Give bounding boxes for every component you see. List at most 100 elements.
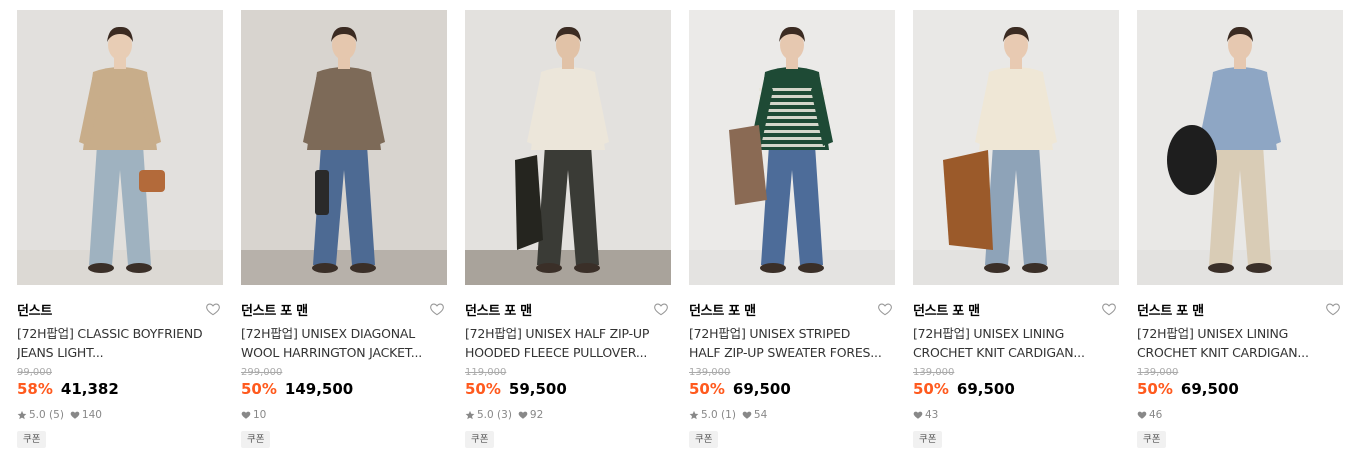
sale-price: 69,500 [732, 380, 791, 398]
rating: 5.0 (3) [465, 409, 512, 421]
product-title[interactable]: [72H팝업] CLASSIC BOYFRIEND JEANS LIGHT... [17, 324, 223, 362]
model-photo [1137, 10, 1343, 285]
product-title-line: [72H팝업] UNISEX DIAGONAL [241, 326, 416, 341]
product-title-line: JEANS LIGHT... [17, 345, 104, 360]
price-row: 58% 41,382 [17, 380, 223, 400]
model-photo [241, 10, 447, 285]
sale-price: 69,500 [956, 380, 1015, 398]
wishlist-heart-icon[interactable] [1101, 301, 1117, 317]
product-image[interactable] [465, 10, 671, 285]
product-title-line: [72H팝업] UNISEX STRIPED [689, 326, 851, 341]
heart-filled-icon [1137, 411, 1147, 419]
product-meta: 10 [241, 408, 447, 422]
likes: 54 [742, 409, 767, 421]
product-grid: 던스트 [72H팝업] CLASSIC BOYFRIEND JEANS LIGH… [17, 10, 1343, 448]
discount-rate: 50% [241, 380, 277, 398]
product-title-line: [72H팝업] CLASSIC BOYFRIEND [17, 326, 203, 341]
product-meta: 46 [1137, 408, 1343, 422]
price-row: 50% 59,500 [465, 380, 671, 400]
price-row: 50% 69,500 [1137, 380, 1343, 400]
rating: 5.0 (5) [17, 409, 64, 421]
likes: 92 [518, 409, 543, 421]
product-title[interactable]: [72H팝업] UNISEX HALF ZIP-UP HOODED FLEECE… [465, 324, 671, 362]
wishlist-heart-icon[interactable] [1325, 301, 1341, 317]
wishlist-heart-icon[interactable] [429, 301, 445, 317]
brand-row: 던스트 포 맨 [1137, 300, 1343, 319]
wishlist-heart-icon[interactable] [205, 301, 221, 317]
star-icon [17, 410, 27, 420]
product-title-line: HALF ZIP-UP SWEATER FORES... [689, 345, 882, 360]
original-price: 299,000 [241, 367, 283, 378]
likes: 46 [1137, 409, 1162, 421]
original-price: 119,000 [465, 367, 507, 378]
brand-row: 던스트 포 맨 [465, 300, 671, 319]
product-title-line: CROCHET KNIT CARDIGAN... [913, 345, 1085, 360]
product-title[interactable]: [72H팝업] UNISEX STRIPED HALF ZIP-UP SWEAT… [689, 324, 895, 362]
product-image[interactable] [241, 10, 447, 285]
rating-text: 5.0 (3) [477, 409, 512, 421]
product-title-line: WOOL HARRINGTON JACKET... [241, 345, 423, 360]
star-icon [689, 410, 699, 420]
product-image[interactable] [913, 10, 1119, 285]
product-card[interactable]: 던스트 포 맨 [72H팝업] UNISEX LINING CROCHET KN… [913, 10, 1119, 448]
product-card[interactable]: 던스트 [72H팝업] CLASSIC BOYFRIEND JEANS LIGH… [17, 10, 223, 448]
wishlist-heart-icon[interactable] [877, 301, 893, 317]
brand-name[interactable]: 던스트 포 맨 [689, 300, 756, 319]
coupon-badge: 쿠폰 [689, 431, 719, 448]
heart-filled-icon [913, 411, 923, 419]
product-title-line: [72H팝업] UNISEX LINING [1137, 326, 1289, 341]
rating-text: 5.0 (1) [701, 409, 736, 421]
product-meta: 5.0 (3) 92 [465, 408, 671, 422]
brand-row: 던스트 [17, 300, 223, 319]
product-image[interactable] [1137, 10, 1343, 285]
sale-price: 41,382 [60, 380, 119, 398]
discount-rate: 50% [465, 380, 501, 398]
brand-name[interactable]: 던스트 포 맨 [1137, 300, 1204, 319]
heart-filled-icon [518, 411, 528, 419]
likes-count: 54 [753, 409, 768, 421]
product-title[interactable]: [72H팝업] UNISEX LINING CROCHET KNIT CARDI… [1137, 324, 1343, 362]
brand-name[interactable]: 던스트 포 맨 [465, 300, 532, 319]
product-title-line: CROCHET KNIT CARDIGAN... [1137, 345, 1309, 360]
price-row: 50% 69,500 [913, 380, 1119, 400]
sale-price: 59,500 [508, 380, 567, 398]
original-price: 99,000 [17, 367, 52, 378]
likes-count: 92 [529, 409, 544, 421]
product-title-line: [72H팝업] UNISEX LINING [913, 326, 1065, 341]
model-photo [17, 10, 223, 285]
product-title[interactable]: [72H팝업] UNISEX DIAGONAL WOOL HARRINGTON … [241, 324, 447, 362]
brand-row: 던스트 포 맨 [241, 300, 447, 319]
price-row: 50% 69,500 [689, 380, 895, 400]
model-photo [465, 10, 671, 285]
product-image[interactable] [689, 10, 895, 285]
original-price: 139,000 [689, 367, 731, 378]
heart-filled-icon [70, 411, 80, 419]
brand-name[interactable]: 던스트 포 맨 [913, 300, 980, 319]
coupon-badge: 쿠폰 [241, 431, 271, 448]
heart-filled-icon [241, 411, 251, 419]
product-card[interactable]: 던스트 포 맨 [72H팝업] UNISEX DIAGONAL WOOL HAR… [241, 10, 447, 448]
product-meta: 43 [913, 408, 1119, 422]
product-card[interactable]: 던스트 포 맨 [72H팝업] UNISEX STRIPED HALF ZIP-… [689, 10, 895, 448]
original-price: 139,000 [913, 367, 955, 378]
discount-rate: 50% [1137, 380, 1173, 398]
product-title-line: [72H팝업] UNISEX HALF ZIP-UP [465, 326, 650, 341]
product-card[interactable]: 던스트 포 맨 [72H팝업] UNISEX LINING CROCHET KN… [1137, 10, 1343, 448]
likes: 43 [913, 409, 938, 421]
heart-filled-icon [742, 411, 752, 419]
model-photo [913, 10, 1119, 285]
product-card[interactable]: 던스트 포 맨 [72H팝업] UNISEX HALF ZIP-UP HOODE… [465, 10, 671, 448]
sale-price: 149,500 [284, 380, 354, 398]
brand-name[interactable]: 던스트 [17, 300, 52, 319]
wishlist-heart-icon[interactable] [653, 301, 669, 317]
product-image[interactable] [17, 10, 223, 285]
brand-name[interactable]: 던스트 포 맨 [241, 300, 308, 319]
likes: 10 [241, 409, 266, 421]
likes-count: 43 [925, 409, 939, 421]
likes-count: 10 [253, 409, 267, 421]
discount-rate: 58% [17, 380, 53, 398]
product-title[interactable]: [72H팝업] UNISEX LINING CROCHET KNIT CARDI… [913, 324, 1119, 362]
likes: 140 [70, 409, 102, 421]
coupon-badge: 쿠폰 [465, 431, 495, 448]
discount-rate: 50% [689, 380, 725, 398]
